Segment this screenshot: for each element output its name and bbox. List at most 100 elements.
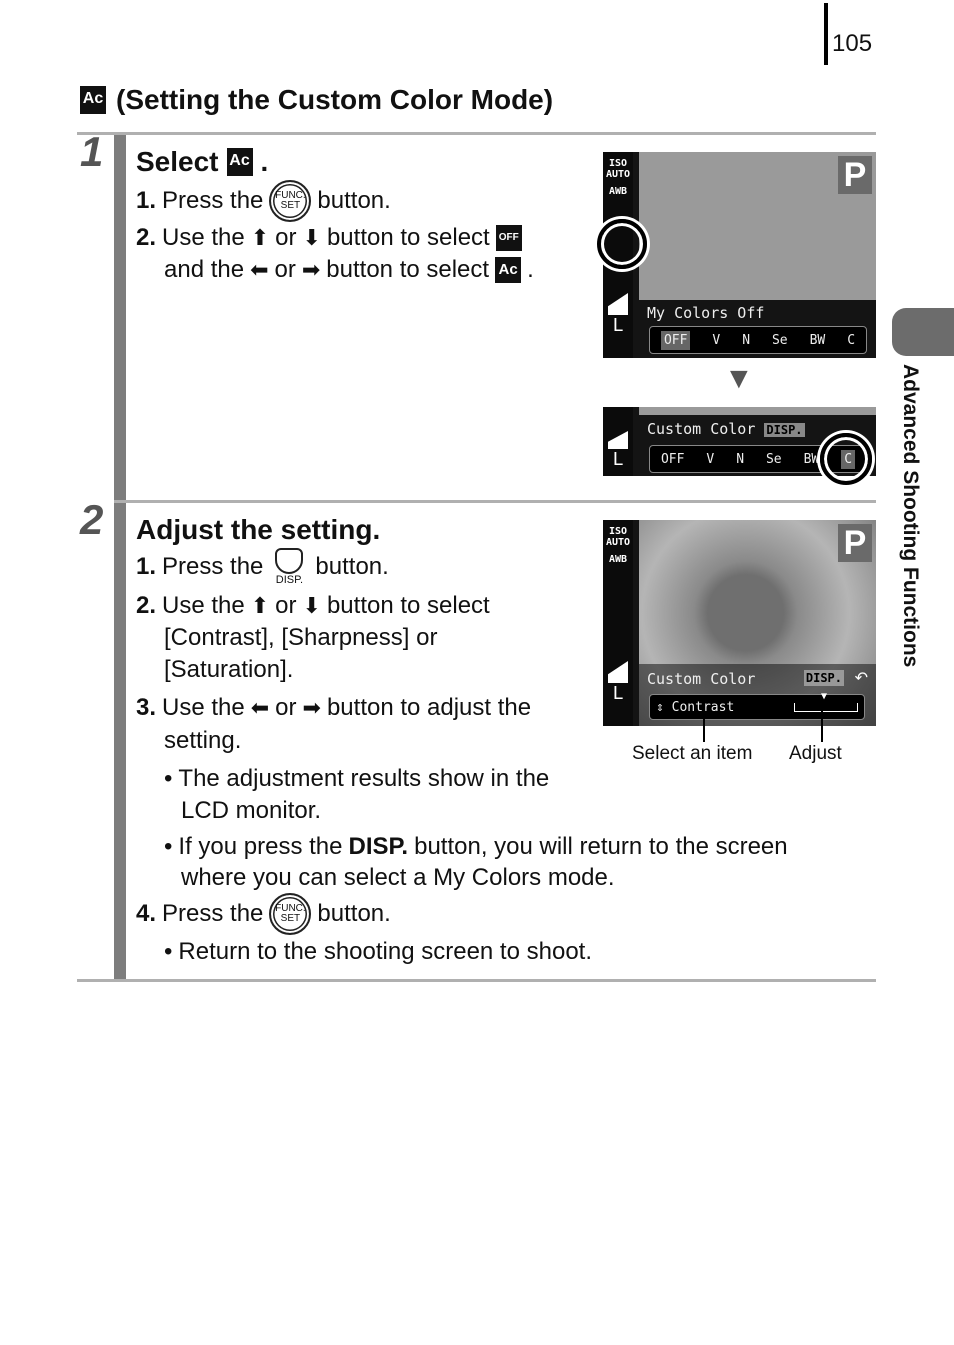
lcd-screen-contrast: ISO AUTO AWB L P Custom Color DISP. ↶ ⇕ Co…	[603, 520, 876, 726]
highlight-circle	[597, 219, 647, 269]
bullet-line: • The adjustment results show in the	[164, 765, 549, 793]
step-number: 1	[80, 128, 104, 175]
instruction-text: button to select	[326, 256, 490, 283]
custom-color-icon: Ac	[495, 257, 522, 283]
step2-top-rule	[114, 500, 876, 503]
step-number: 2	[80, 496, 104, 543]
highlight-circle	[820, 433, 872, 485]
instruction-line: 2. Use the ⬆ or ⬇ button to select	[136, 592, 490, 620]
chapter-label: Advanced Shooting Functions	[899, 364, 922, 668]
section-title-text: (Setting the Custom Color Mode)	[116, 84, 554, 115]
callout-line-adjust	[821, 706, 823, 742]
item-number: 4.	[136, 900, 157, 927]
instruction-text: Press the	[162, 187, 264, 214]
lcd-side-icons: ISO AUTO AWB L	[603, 520, 633, 726]
step1-top-rule	[77, 132, 876, 135]
strip-item-sepia: Se	[771, 332, 788, 348]
custom-color-item-row: ⇕ Contrast ▼	[649, 691, 865, 720]
step-title-text: Select	[136, 146, 219, 177]
instruction-text: or	[275, 694, 297, 721]
instruction-line: 1. Press the FUNC. SET button.	[136, 180, 391, 222]
bullet-text: The adjustment results show in the	[178, 765, 550, 792]
disp-badge: DISP.	[764, 423, 805, 437]
disp-badge: DISP.	[803, 670, 844, 686]
bullet: •	[164, 765, 173, 792]
bullet: •	[164, 938, 173, 965]
chapter-tab	[892, 308, 954, 356]
instruction-line: [Contrast], [Sharpness] or	[164, 624, 438, 651]
strip-item-custom: C	[847, 332, 856, 348]
instruction-text: Use the	[162, 224, 245, 251]
strip-item-off: OFF	[660, 451, 685, 467]
right-arrow-icon: ➡	[302, 695, 321, 720]
instruction-line: setting.	[164, 727, 242, 754]
adjust-scale: ▼	[794, 691, 858, 712]
my-colors-strip: OFF V N Se BW C	[649, 326, 867, 354]
bullet-line: where you can select a My Colors mode.	[181, 864, 615, 891]
right-arrow-icon: ➡	[301, 257, 321, 282]
bottom-rule	[77, 979, 876, 982]
bullet-text: If you press the	[178, 833, 343, 860]
custom-color-icon: Ac	[226, 148, 253, 176]
up-arrow-icon: ⬆	[250, 593, 270, 618]
left-arrow-icon: ⬅	[250, 695, 270, 720]
item-number: 1.	[136, 187, 157, 214]
custom-color-icon: Ac	[80, 86, 106, 114]
bullet: •	[164, 833, 173, 860]
bullet-text: button, you will return to the screen	[414, 833, 788, 860]
lcd-mode-label: Custom Color	[647, 670, 756, 688]
func-set-button-icon: FUNC. SET	[269, 893, 312, 935]
instruction-line: 3. Use the ⬅ or ➡ button to adjust the	[136, 694, 531, 722]
instruction-text: or	[275, 592, 297, 619]
shooting-mode-p: P	[838, 524, 872, 562]
item-number: 3.	[136, 694, 157, 721]
strip-item-bw: BW	[809, 332, 826, 348]
step2-bar	[114, 503, 126, 980]
instruction-text: Press the	[162, 900, 264, 927]
strip-item-off: OFF	[660, 330, 691, 350]
lcd-side-icons: L	[603, 407, 633, 476]
instruction-text: button.	[317, 187, 391, 214]
instruction-text: button to select	[326, 224, 490, 251]
lcd-viewfinder: P	[639, 152, 876, 300]
step-title: Select Ac .	[136, 146, 268, 178]
section-title: Ac (Setting the Custom Color Mode)	[80, 84, 553, 116]
item-number: 1.	[136, 553, 157, 580]
instruction-line: 4. Press the FUNC. SET button.	[136, 893, 391, 935]
strip-item-vivid: V	[712, 332, 721, 348]
item-selector: ⇕ Contrast	[656, 699, 735, 715]
instruction-text: button.	[317, 900, 391, 927]
down-arrow-icon: ⬇	[302, 593, 321, 618]
instruction-text: button to adjust the	[326, 694, 532, 721]
up-arrow-icon: ⬆	[250, 225, 270, 250]
bullet-line: LCD monitor.	[181, 797, 322, 824]
instruction-text: Use the	[162, 592, 245, 619]
instruction-text: Use the	[162, 694, 245, 721]
func-set-button-icon: FUNC. SET	[269, 180, 312, 222]
item-number: 2.	[136, 224, 157, 251]
item-number: 2.	[136, 592, 157, 619]
period: .	[527, 256, 534, 283]
step1-bar	[114, 135, 126, 500]
my-colors-off-icon: OFF	[495, 225, 522, 251]
return-icon: ↶	[854, 670, 868, 687]
instruction-line: 1. Press the DISP. button.	[136, 548, 389, 586]
disp-button-icon: DISP.	[269, 548, 309, 586]
instruction-text: Press the	[162, 553, 264, 580]
page-number-rule	[824, 3, 828, 65]
step-title: Adjust the setting.	[136, 514, 381, 545]
selected-item-label: Contrast	[671, 699, 735, 715]
step-title-suffix: .	[260, 146, 269, 177]
strip-item-neutral: N	[742, 332, 751, 348]
instruction-text: button.	[315, 553, 389, 580]
bullet-bold-text: DISP.	[348, 833, 409, 860]
instruction-line: [Saturation].	[164, 656, 294, 683]
left-arrow-icon: ⬅	[250, 257, 269, 282]
instruction-text: or	[274, 256, 296, 283]
shooting-mode-p: P	[838, 156, 872, 194]
adjust-marker: ▼	[821, 690, 828, 702]
instruction-line: and the ⬅ or ➡ button to select Ac .	[164, 256, 534, 284]
strip-item-neutral: N	[736, 451, 745, 467]
strip-item-vivid: V	[706, 451, 715, 467]
caption-adjust: Adjust	[789, 743, 842, 764]
